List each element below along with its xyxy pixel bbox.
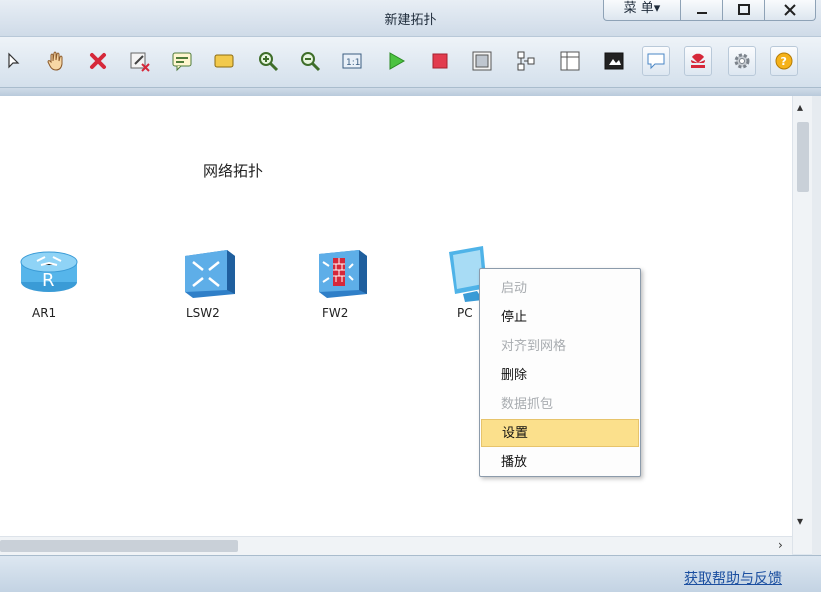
menu-item-delete[interactable]: 删除 bbox=[481, 362, 639, 390]
menu-item-stop[interactable]: 停止 bbox=[481, 304, 639, 332]
status-bar: 获取帮助与反馈 bbox=[0, 555, 821, 592]
stop-icon[interactable] bbox=[428, 49, 452, 73]
vertical-scroll-thumb[interactable] bbox=[797, 122, 809, 192]
scroll-up-icon[interactable]: ▴ bbox=[797, 100, 803, 114]
help-icon[interactable]: ? bbox=[770, 46, 798, 76]
svg-text:?: ? bbox=[781, 55, 787, 68]
menu-item-capture: 数据抓包 bbox=[501, 397, 554, 412]
scroll-down-icon[interactable]: ▾ bbox=[797, 514, 803, 528]
menu-item-play[interactable]: 播放 bbox=[481, 449, 639, 477]
huawei-logo-icon[interactable] bbox=[684, 46, 712, 76]
capture-icon[interactable] bbox=[470, 49, 494, 73]
hand-icon[interactable] bbox=[44, 49, 68, 73]
help-feedback-link[interactable]: 获取帮助与反馈 bbox=[684, 568, 782, 588]
horizontal-scrollbar[interactable]: › bbox=[0, 536, 792, 555]
eraser-icon[interactable] bbox=[128, 49, 152, 73]
horizontal-scroll-thumb[interactable] bbox=[0, 540, 238, 552]
minimize-button[interactable] bbox=[680, 0, 724, 21]
screen-icon[interactable] bbox=[602, 49, 626, 73]
zoom-in-icon[interactable] bbox=[256, 49, 280, 73]
settings-icon[interactable] bbox=[728, 46, 756, 76]
svg-text:1:1: 1:1 bbox=[346, 58, 360, 68]
rectangle-icon[interactable] bbox=[212, 49, 236, 73]
scroll-right-icon[interactable]: › bbox=[778, 538, 783, 552]
router-icon: R bbox=[20, 251, 78, 292]
title-bar: 新建拓扑 菜 单▾ bbox=[0, 0, 821, 37]
menu-item-settings[interactable]: 设置 bbox=[481, 419, 639, 447]
main-menu-button[interactable]: 菜 单▾ bbox=[603, 0, 681, 21]
canvas-title: 网络拓扑 bbox=[203, 162, 264, 180]
select-icon[interactable] bbox=[2, 49, 26, 73]
fit-view-icon[interactable]: 1:1 bbox=[340, 49, 364, 73]
delete-icon[interactable] bbox=[86, 49, 110, 73]
topology-canvas[interactable] bbox=[0, 96, 792, 537]
maximize-button[interactable] bbox=[722, 0, 766, 21]
grid-icon[interactable] bbox=[558, 49, 582, 73]
minimize-icon bbox=[697, 12, 707, 14]
firewall-icon bbox=[319, 250, 367, 298]
close-icon bbox=[784, 4, 796, 16]
topology-icon[interactable] bbox=[514, 49, 538, 73]
toolbar-separator bbox=[0, 88, 821, 96]
zoom-out-icon[interactable] bbox=[298, 49, 322, 73]
device-router[interactable]: R bbox=[12, 244, 82, 302]
menu-item-align-grid: 对齐到网格 bbox=[501, 339, 567, 354]
device-label-ar1: AR1 bbox=[32, 306, 57, 320]
vertical-scrollbar[interactable]: ▴ ▾ bbox=[792, 96, 813, 554]
close-window-button[interactable] bbox=[764, 0, 816, 21]
device-label-lsw2: LSW2 bbox=[186, 306, 220, 320]
start-icon[interactable] bbox=[384, 49, 408, 73]
maximize-icon bbox=[738, 4, 750, 15]
device-switch[interactable] bbox=[174, 248, 244, 304]
switch-icon bbox=[185, 250, 235, 298]
chat-icon[interactable] bbox=[642, 46, 670, 76]
window-edge bbox=[812, 96, 821, 591]
context-menu: 启动 停止 对齐到网格 删除 数据抓包 设置 播放 bbox=[479, 268, 641, 477]
menu-item-start: 启动 bbox=[501, 281, 528, 296]
device-label-pc: PC bbox=[457, 306, 473, 320]
svg-text:R: R bbox=[42, 270, 55, 291]
text-note-icon[interactable] bbox=[170, 49, 194, 73]
device-label-fw2: FW2 bbox=[322, 306, 349, 320]
toolbar: 1:1 ? bbox=[0, 37, 821, 88]
device-firewall[interactable] bbox=[308, 248, 378, 304]
